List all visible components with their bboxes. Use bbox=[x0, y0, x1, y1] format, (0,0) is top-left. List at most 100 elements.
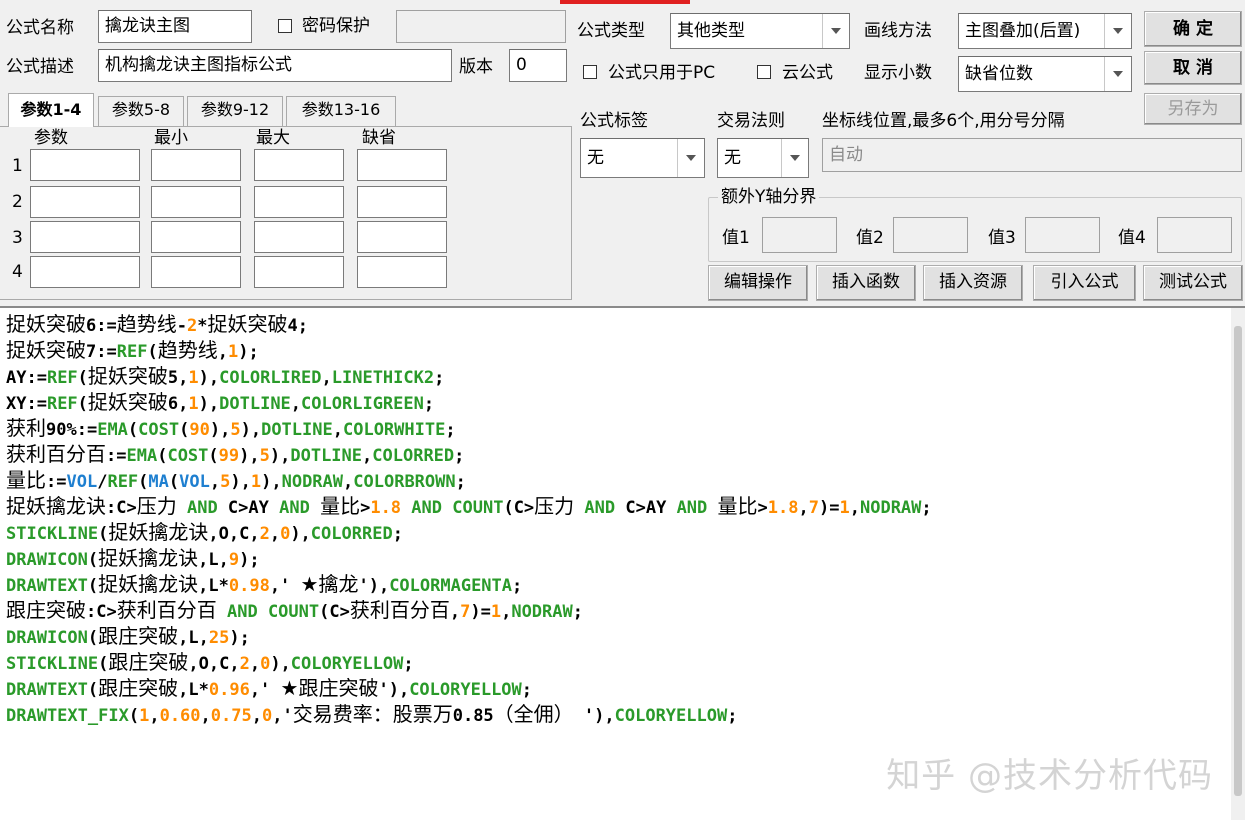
code-token: , bbox=[249, 654, 261, 674]
param-col-name: 参数 bbox=[34, 128, 68, 148]
draw-method-select[interactable]: 主图叠加(后置) bbox=[958, 13, 1132, 49]
code-token: 1 bbox=[490, 602, 502, 622]
param-4-max-input[interactable] bbox=[254, 256, 344, 288]
code-token: COST bbox=[138, 420, 180, 440]
code-token: ; bbox=[512, 576, 523, 596]
code-token: (趋势线, bbox=[147, 338, 228, 362]
code-token: , bbox=[200, 706, 211, 726]
formula-name-input[interactable]: 擒龙诀主图 bbox=[98, 10, 252, 43]
tab-params-9-12[interactable]: 参数9-12 bbox=[187, 96, 283, 126]
watermark: 知乎 @技术分析代码 bbox=[886, 756, 1213, 796]
coord-lines-input: 自动 bbox=[822, 138, 1242, 172]
code-token: REF bbox=[116, 342, 148, 362]
param-3-min-input[interactable] bbox=[151, 221, 241, 253]
code-line: DRAWTEXT_FIX(1,0.60,0.75,0,'交易费率：股票万0.85… bbox=[6, 701, 1239, 727]
param-3-default-input[interactable] bbox=[357, 221, 447, 253]
code-token: ; bbox=[445, 420, 456, 440]
tab-params-13-16[interactable]: 参数13-16 bbox=[286, 96, 396, 126]
test-formula-button[interactable]: 测试公式 bbox=[1143, 265, 1243, 301]
code-token: ( bbox=[127, 420, 139, 440]
code-line: 捉妖突破6:=趋势线-2*捉妖突破4; bbox=[6, 311, 1239, 337]
param-3-max-input[interactable] bbox=[254, 221, 344, 253]
ok-button[interactable]: 确 定 bbox=[1144, 11, 1242, 47]
scrollbar-thumb[interactable] bbox=[1234, 326, 1242, 796]
password-protect-checkbox[interactable] bbox=[278, 19, 292, 33]
param-1-max-input[interactable] bbox=[254, 149, 344, 181]
code-token: (跟庄突破,O,C, bbox=[98, 650, 240, 674]
insert-resource-button[interactable]: 插入资源 bbox=[923, 265, 1023, 301]
param-col-max: 最大 bbox=[256, 128, 290, 148]
decimals-value: 缺省位数 bbox=[965, 64, 1033, 84]
code-token: , bbox=[362, 446, 373, 466]
param-1-name-input[interactable] bbox=[30, 149, 140, 181]
code-token: 0 bbox=[280, 524, 291, 544]
code-token: 捉妖突破7 bbox=[6, 338, 97, 362]
code-token: , bbox=[501, 602, 512, 622]
code-token: 2 bbox=[239, 654, 250, 674]
code-token: := bbox=[96, 342, 117, 362]
tab-params-1-4[interactable]: 参数1-4 bbox=[8, 93, 94, 127]
code-token: ; bbox=[921, 498, 932, 518]
code-token: := bbox=[106, 446, 127, 466]
code-token: COLORYELLOW bbox=[290, 654, 404, 674]
param-4-default-input[interactable] bbox=[357, 256, 447, 288]
code-token: 0 bbox=[260, 654, 271, 674]
code-token: , bbox=[269, 524, 281, 544]
code-token: ; bbox=[434, 368, 445, 388]
formula-tag-select[interactable]: 无 bbox=[580, 138, 705, 178]
code-token: )= bbox=[470, 602, 491, 622]
insert-function-button[interactable]: 插入函数 bbox=[816, 265, 916, 301]
param-2-min-input[interactable] bbox=[151, 186, 241, 218]
cloud-formula-checkbox[interactable] bbox=[757, 65, 771, 79]
code-token: ), bbox=[269, 446, 291, 466]
code-token: 5 bbox=[220, 472, 231, 492]
code-token: 1 bbox=[188, 394, 199, 414]
trade-rule-select[interactable]: 无 bbox=[717, 138, 809, 178]
tab-params-5-8[interactable]: 参数5-8 bbox=[98, 96, 184, 126]
code-line: AY:=REF(捉妖突破5,1),COLORLIRED,LINETHICK2; bbox=[6, 363, 1239, 389]
code-line: 获利百分百:=EMA(COST(99),5),DOTLINE,COLORRED; bbox=[6, 441, 1239, 467]
code-line: STICKLINE(跟庄突破,O,C,2,0),COLORYELLOW; bbox=[6, 649, 1239, 675]
code-token: ; bbox=[392, 524, 403, 544]
code-token: AND bbox=[279, 498, 310, 518]
code-line: DRAWICON(跟庄突破,L,25); bbox=[6, 623, 1239, 649]
code-token: (捉妖擒龙诀,O,C, bbox=[98, 520, 260, 544]
editor-scrollbar[interactable] bbox=[1231, 308, 1245, 820]
param-1-default-input[interactable] bbox=[357, 149, 447, 181]
code-line: DRAWTEXT(捉妖擒龙诀,L*0.98,' ★擒龙'),COLORMAGEN… bbox=[6, 571, 1239, 597]
code-token: 90 bbox=[189, 420, 210, 440]
param-4-min-input[interactable] bbox=[151, 256, 241, 288]
version-input[interactable]: 0 bbox=[509, 49, 567, 82]
formula-desc-input[interactable]: 机构擒龙诀主图指标公式 bbox=[98, 49, 452, 82]
formula-code-editor[interactable]: 捉妖突破6:=趋势线-2*捉妖突破4; 捉妖突破7:=REF(趋势线,1); AY:… bbox=[0, 306, 1245, 820]
param-2-name-input[interactable] bbox=[30, 186, 140, 218]
cancel-button[interactable]: 取 消 bbox=[1144, 51, 1242, 85]
param-4-name-input[interactable] bbox=[30, 256, 140, 288]
code-line: 量比:=VOL/REF(MA(VOL,5),1),NODRAW,COLORBRO… bbox=[6, 467, 1239, 493]
decimals-select[interactable]: 缺省位数 bbox=[958, 56, 1132, 92]
code-token: (跟庄突破,L* bbox=[87, 676, 209, 700]
param-2-default-input[interactable] bbox=[357, 186, 447, 218]
edit-ops-button[interactable]: 编辑操作 bbox=[708, 265, 808, 301]
formula-type-select[interactable]: 其他类型 bbox=[670, 13, 850, 49]
code-token: AY:= bbox=[6, 368, 47, 388]
code-token: ), bbox=[290, 524, 311, 544]
code-token: 0.96 bbox=[208, 680, 250, 700]
import-formula-button[interactable]: 引入公式 bbox=[1033, 265, 1136, 301]
code-line: XY:=REF(捉妖突破6,1),DOTLINE,COLORLIGREEN; bbox=[6, 389, 1239, 415]
code-token: COLORLIGREEN bbox=[301, 394, 424, 414]
y-value-2-label: 值2 bbox=[856, 228, 884, 248]
code-token: AND bbox=[584, 498, 616, 518]
pc-only-checkbox[interactable] bbox=[583, 65, 597, 79]
param-2-max-input[interactable] bbox=[254, 186, 344, 218]
code-token: COLORRED bbox=[310, 524, 393, 544]
code-token: 量比 bbox=[6, 468, 46, 492]
code-token: COLORYELLOW bbox=[409, 680, 522, 700]
code-token: ; bbox=[423, 394, 435, 414]
param-1-min-input[interactable] bbox=[151, 149, 241, 181]
code-token: 9 bbox=[228, 550, 240, 570]
param-3-name-input[interactable] bbox=[30, 221, 140, 253]
code-line: 捉妖突破7:=REF(趋势线,1); bbox=[6, 337, 1239, 363]
code-token: ( bbox=[128, 706, 140, 726]
